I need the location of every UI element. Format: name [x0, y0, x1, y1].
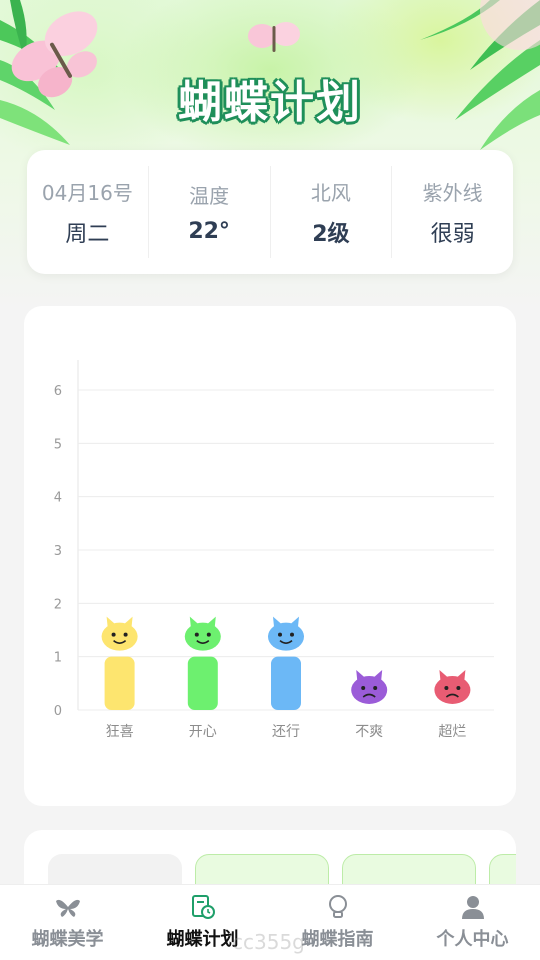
mood-bar-chart: 0 1 2 3 4 5 6 狂喜 开心 还行 不爽 超烂: [54, 360, 494, 740]
temp-value: 22°: [188, 219, 230, 244]
butterfly-icon-top: [248, 22, 300, 52]
weather-uv: 紫外线 很弱: [391, 166, 513, 258]
y-tick-label: 2: [54, 597, 62, 612]
mood-face-icon: [434, 670, 471, 704]
date-label: 04月16号: [41, 180, 133, 205]
y-tick-label: 4: [54, 491, 62, 506]
weather-card: 04月16号 周二 温度 22° 北风 2级 紫外线 很弱: [27, 150, 513, 274]
x-tick-label: 开心: [189, 724, 217, 740]
y-tick-label: 1: [54, 651, 62, 666]
weather-date: 04月16号 周二: [27, 166, 148, 258]
weather-temp: 温度 22°: [147, 166, 270, 258]
weekday-value: 周二: [65, 221, 110, 247]
uv-value: 很弱: [430, 221, 475, 247]
app-title: 蝴蝶计划: [178, 77, 362, 128]
tab-personal-center[interactable]: 个人中心: [405, 885, 540, 960]
y-tick-label: 0: [54, 704, 62, 719]
mood-face-icon: [184, 616, 221, 651]
bar-狂喜: [104, 656, 135, 710]
tab-butterfly-aesthetics[interactable]: 蝴蝶美学: [0, 885, 135, 960]
x-tick-label: 狂喜: [106, 724, 134, 740]
mood-face-icon: [351, 670, 388, 704]
mood-face-icon: [268, 616, 304, 651]
butterfly-icon: [55, 899, 80, 917]
tab-label: 蝴蝶美学: [31, 929, 104, 950]
x-tick-label: 还行: [272, 724, 300, 740]
y-tick-label: 3: [54, 544, 62, 559]
mood-chart-card: 0 1 2 3 4 5 6 狂喜 开心 还行 不爽 超烂: [24, 306, 516, 806]
person-icon: [461, 896, 484, 919]
y-tick-label: 5: [54, 437, 62, 452]
mood-face-icon: [101, 616, 138, 651]
weather-wind: 北风 2级: [269, 166, 392, 258]
x-tick-label: 超烂: [438, 724, 466, 740]
lightbulb-icon: [328, 895, 347, 918]
x-tick-label: 不爽: [355, 724, 383, 740]
bar-开心: [187, 656, 218, 710]
y-tick-label: 6: [54, 384, 62, 399]
tab-label: 蝴蝶计划: [166, 929, 239, 950]
tab-label: 蝴蝶指南: [301, 929, 374, 950]
bar-还行: [271, 656, 301, 710]
wind-level: 2级: [312, 221, 350, 247]
temp-label: 温度: [189, 184, 230, 208]
plan-clock-icon: [191, 895, 215, 919]
tab-label: 个人中心: [436, 929, 509, 950]
wind-direction: 北风: [310, 180, 351, 205]
uv-label: 紫外线: [422, 180, 483, 205]
watermark: cc355g: [232, 930, 305, 954]
